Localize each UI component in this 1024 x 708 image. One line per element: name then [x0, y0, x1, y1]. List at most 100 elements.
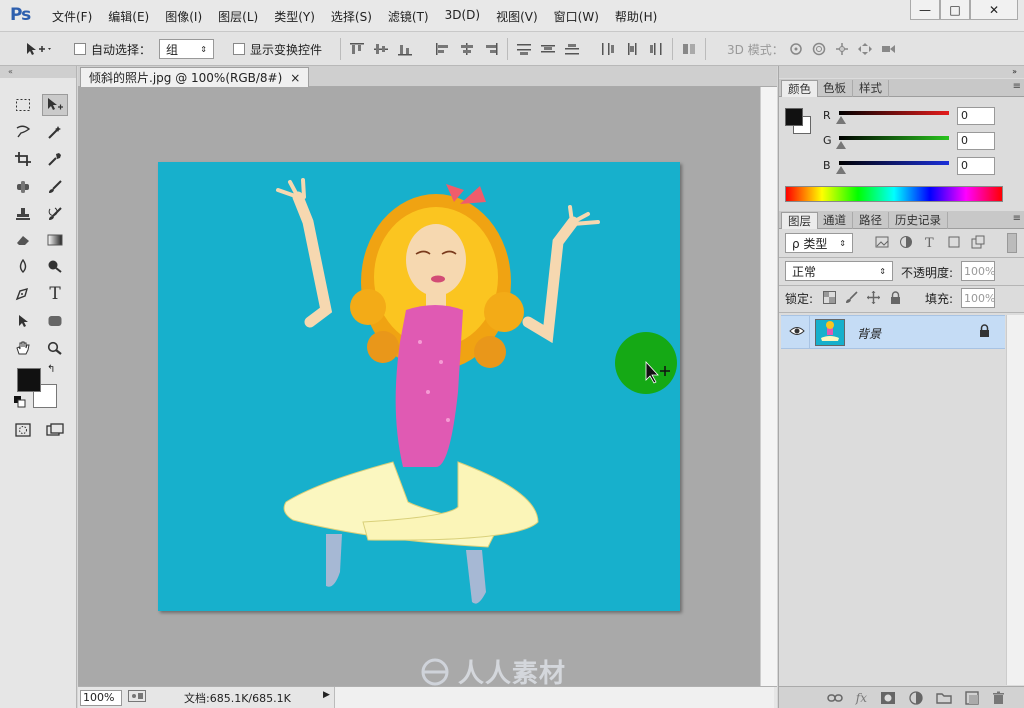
auto-select-dropdown[interactable]: 组 ⇕	[159, 39, 214, 59]
document-tab[interactable]: 倾斜的照片.jpg @ 100%(RGB/8#) ×	[80, 67, 310, 87]
eyedropper-tool-icon[interactable]	[42, 148, 68, 170]
lasso-tool-icon[interactable]	[10, 121, 36, 143]
filter-type-icon[interactable]: T	[923, 235, 937, 249]
menu-image[interactable]: 图像(I)	[157, 8, 210, 25]
hand-tool-icon[interactable]	[10, 337, 36, 359]
status-menu-arrow-icon[interactable]: ▶	[323, 690, 330, 700]
visibility-eye-icon[interactable]	[789, 325, 805, 340]
auto-select-checkbox[interactable]	[74, 43, 86, 55]
fill-input[interactable]: 100%	[961, 288, 995, 308]
color-panel-menu-icon[interactable]: ≡	[1013, 81, 1021, 92]
distribute-vcenter-icon[interactable]	[540, 42, 556, 56]
layer-row-background[interactable]: 背景	[781, 315, 1005, 349]
align-hcenter-icon[interactable]	[459, 42, 475, 56]
layers-scrollbar[interactable]	[1006, 315, 1024, 685]
blue-slider-thumb[interactable]	[836, 166, 846, 174]
3d-pan-icon[interactable]	[834, 42, 850, 56]
default-colors-icon[interactable]	[14, 396, 26, 411]
green-value-input[interactable]: 0	[957, 132, 995, 150]
show-transform-checkbox[interactable]	[233, 43, 245, 55]
screen-mode-icon[interactable]	[42, 419, 68, 441]
quick-select-tool-icon[interactable]	[42, 121, 68, 143]
blue-value-input[interactable]: 0	[957, 157, 995, 175]
brush-tool-icon[interactable]	[42, 176, 68, 198]
gradient-tool-icon[interactable]	[42, 229, 68, 251]
3d-scale-icon[interactable]	[880, 42, 896, 56]
menu-select[interactable]: 选择(S)	[323, 8, 380, 25]
panel-foreground-swatch[interactable]	[785, 108, 803, 126]
eraser-tool-icon[interactable]	[10, 229, 36, 251]
align-left-icon[interactable]	[435, 42, 451, 56]
horizontal-scrollbar[interactable]	[334, 687, 774, 708]
minimize-button[interactable]: —	[910, 0, 940, 20]
layer-filter-dropdown[interactable]: ρ 类型 ⇕	[785, 233, 853, 253]
align-right-icon[interactable]	[483, 42, 499, 56]
lock-all-icon[interactable]	[889, 291, 902, 304]
menu-filter[interactable]: 滤镜(T)	[380, 8, 437, 25]
green-slider-thumb[interactable]	[836, 141, 846, 149]
close-tab-icon[interactable]: ×	[290, 71, 300, 85]
close-button[interactable]: ✕	[970, 0, 1018, 20]
tab-layers[interactable]: 图层	[781, 212, 818, 229]
menu-file[interactable]: 文件(F)	[44, 8, 100, 25]
marquee-tool-icon[interactable]	[10, 94, 36, 116]
vertical-scrollbar[interactable]	[760, 87, 777, 686]
red-value-input[interactable]: 0	[957, 107, 995, 125]
lock-position-icon[interactable]	[867, 291, 880, 304]
3d-rotate-icon[interactable]	[788, 42, 804, 56]
filter-adjustment-icon[interactable]	[899, 235, 913, 249]
menu-3d[interactable]: 3D(D)	[437, 8, 488, 25]
zoom-tool-icon[interactable]	[42, 337, 68, 359]
menu-help[interactable]: 帮助(H)	[607, 8, 665, 25]
tab-swatches[interactable]: 色板	[817, 80, 853, 97]
filter-shape-icon[interactable]	[947, 235, 961, 249]
blue-slider[interactable]	[839, 161, 949, 165]
lock-image-pixels-icon[interactable]	[845, 291, 858, 304]
align-top-icon[interactable]	[349, 42, 365, 56]
menu-window[interactable]: 窗口(W)	[546, 8, 607, 25]
opacity-input[interactable]: 100%	[961, 261, 995, 281]
red-slider-thumb[interactable]	[836, 116, 846, 124]
path-selection-tool-icon[interactable]	[10, 310, 36, 332]
auto-align-icon[interactable]	[681, 42, 697, 56]
menu-type[interactable]: 类型(Y)	[266, 8, 323, 25]
pen-tool-icon[interactable]	[10, 283, 36, 305]
blur-tool-icon[interactable]	[10, 255, 36, 277]
distribute-top-icon[interactable]	[516, 42, 532, 56]
image-canvas[interactable]	[158, 162, 680, 611]
distribute-right-icon[interactable]	[648, 42, 664, 56]
layer-name[interactable]: 背景	[857, 325, 881, 342]
green-slider[interactable]	[839, 136, 949, 140]
tab-color[interactable]: 颜色	[781, 80, 818, 97]
3d-slide-icon[interactable]	[857, 42, 873, 56]
menu-layer[interactable]: 图层(L)	[210, 8, 266, 25]
move-tool-icon[interactable]	[42, 94, 68, 116]
maximize-button[interactable]: □	[940, 0, 970, 20]
history-brush-tool-icon[interactable]	[42, 203, 68, 225]
distribute-left-icon[interactable]	[600, 42, 616, 56]
distribute-hcenter-icon[interactable]	[624, 42, 640, 56]
filter-smart-object-icon[interactable]	[971, 235, 985, 249]
collapse-toolbox-icon[interactable]: «	[0, 66, 76, 78]
dodge-tool-icon[interactable]	[42, 255, 68, 277]
layers-panel-menu-icon[interactable]: ≡	[1013, 213, 1021, 224]
distribute-bottom-icon[interactable]	[564, 42, 580, 56]
color-spectrum-bar[interactable]	[785, 186, 1003, 202]
rectangle-tool-icon[interactable]	[42, 310, 68, 332]
tab-channels[interactable]: 通道	[817, 212, 853, 229]
zoom-level[interactable]: 100%	[80, 690, 122, 706]
blend-mode-dropdown[interactable]: 正常 ⇕	[785, 261, 893, 281]
red-slider[interactable]	[839, 111, 949, 115]
clone-stamp-tool-icon[interactable]	[10, 203, 36, 225]
new-layer-icon[interactable]	[965, 690, 979, 705]
quick-mask-icon[interactable]	[10, 419, 36, 441]
3d-roll-icon[interactable]	[811, 42, 827, 56]
menu-view[interactable]: 视图(V)	[488, 8, 546, 25]
status-icon[interactable]	[128, 690, 146, 705]
filter-toggle[interactable]	[1007, 233, 1017, 253]
menu-edit[interactable]: 编辑(E)	[100, 8, 157, 25]
add-mask-icon[interactable]	[880, 691, 896, 705]
document-workspace[interactable]: 人人素材	[78, 87, 760, 689]
tab-history[interactable]: 历史记录	[889, 212, 948, 229]
align-bottom-icon[interactable]	[397, 42, 413, 56]
